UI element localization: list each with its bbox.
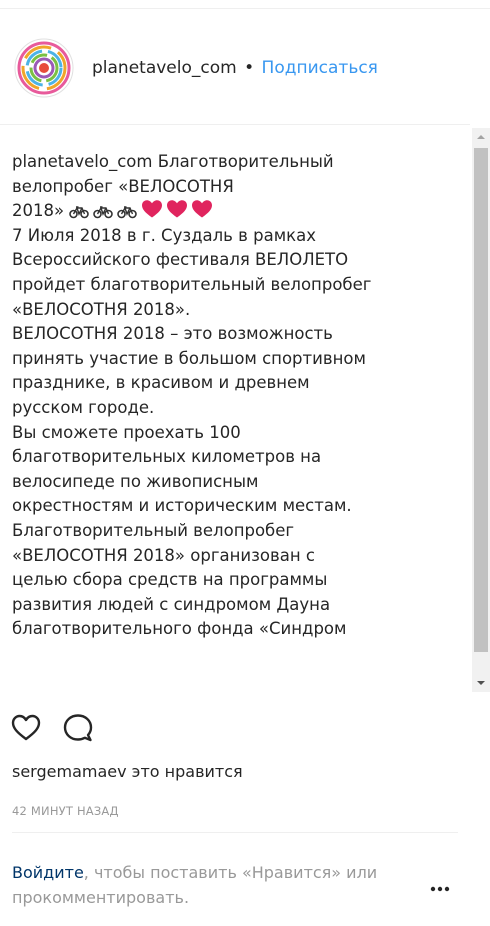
login-link[interactable]: Войдите <box>12 863 84 882</box>
post-timestamp[interactable]: 42 МИНУТ НАЗАД <box>12 804 119 818</box>
caption-line: благотворительного фонда «Синдром <box>12 619 347 639</box>
bicycle-icon <box>93 205 114 218</box>
caption-line: пройдет благотворительный велопробег <box>12 274 372 294</box>
caption-line: 7 Июля 2018 в г. Суздаль в рамках <box>12 225 316 245</box>
caption-line: «ВЕЛОСОТНЯ 2018» организован с <box>12 545 315 565</box>
liker-username[interactable]: sergemamaev <box>12 762 127 781</box>
follow-button[interactable]: Подписаться <box>262 58 378 78</box>
caption-line: Вы сможете проехать 100 <box>12 422 241 442</box>
bicycle-icon <box>69 205 90 218</box>
footer-divider <box>12 832 458 833</box>
red-heart-icon <box>167 200 188 218</box>
caption-line: Всероссийского фестиваля ВЕЛОЛЕТО <box>12 250 349 270</box>
header-separator: • <box>244 58 255 78</box>
more-options-icon[interactable] <box>428 882 452 896</box>
caption-line: русском городе. <box>12 397 155 417</box>
likes-suffix: это нравится <box>126 762 243 781</box>
caption-username[interactable]: planetavelo_com <box>12 152 152 171</box>
caption-line: Благотворительный велопробег <box>12 520 295 540</box>
likes-summary: sergemamaev это нравится <box>12 762 243 781</box>
scroll-up-arrow-icon[interactable] <box>472 128 490 146</box>
caption-line: ВЕЛОСОТНЯ 2018 – это возможность <box>12 324 333 344</box>
caption-line: 2018» <box>12 199 452 224</box>
post-caption: planetavelo_com Благотворительный велопр… <box>12 150 452 642</box>
red-heart-icon <box>142 200 163 218</box>
caption-line: велосипеде по живописным <box>12 471 259 491</box>
bicycle-icon <box>117 205 138 218</box>
caption-line: «ВЕЛОСОТНЯ 2018». <box>12 299 191 319</box>
caption-line: planetavelo_com Благотворительный <box>12 150 452 175</box>
caption-line: целью сбора средств на программы <box>12 570 328 590</box>
caption-line: благотворительных километров на <box>12 447 322 467</box>
post-header: planetavelo_com • Подписаться <box>0 22 490 118</box>
red-heart-icon <box>192 200 213 218</box>
caption-line: окрестностям и историческим местам. <box>12 496 352 516</box>
header-text: planetavelo_com • Подписаться <box>92 58 378 78</box>
caption-line: празднике, в красивом и древнем <box>12 373 310 393</box>
caption-line: развития людей с синдромом Дауна <box>12 594 331 614</box>
caption-line: велопробег «ВЕЛОСОТНЯ <box>12 176 234 196</box>
post-actions <box>0 706 490 756</box>
top-divider <box>0 8 490 9</box>
caption-text: 2018» <box>12 201 65 221</box>
header-username[interactable]: planetavelo_com <box>92 58 237 78</box>
heart-outline-icon[interactable] <box>10 712 42 744</box>
scroll-down-arrow-icon[interactable] <box>472 674 490 692</box>
header-divider <box>0 124 470 125</box>
scrollbar-thumb[interactable] <box>474 148 488 652</box>
login-prompt: Войдите, чтобы поставить «Нравится» или … <box>12 860 412 910</box>
caption-scrollbar[interactable] <box>472 128 490 692</box>
caption-scroll-area[interactable]: planetavelo_com Благотворительный велопр… <box>0 128 490 692</box>
caption-line: принять участие в большом спортивном <box>12 348 366 368</box>
caption-text: Благотворительный <box>157 152 334 171</box>
profile-avatar[interactable] <box>14 38 74 98</box>
comment-bubble-icon[interactable] <box>62 712 94 744</box>
